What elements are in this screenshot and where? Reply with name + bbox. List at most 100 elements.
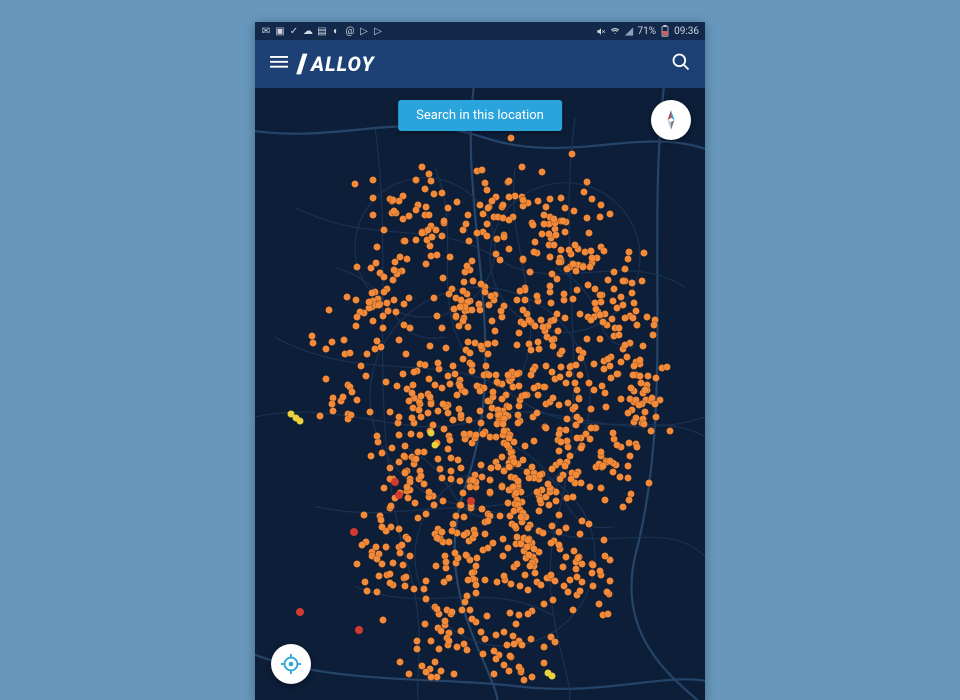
asset-dot[interactable] (506, 193, 513, 200)
asset-dot[interactable] (533, 489, 540, 496)
asset-dot[interactable] (550, 242, 557, 249)
asset-dot[interactable] (458, 502, 465, 509)
asset-dot[interactable] (628, 290, 635, 297)
asset-dot[interactable] (369, 317, 376, 324)
asset-dot[interactable] (550, 317, 557, 324)
asset-dot[interactable] (466, 350, 473, 357)
asset-dot[interactable] (413, 207, 420, 214)
asset-dot[interactable] (602, 389, 609, 396)
asset-dot[interactable] (489, 197, 496, 204)
asset-dot[interactable] (316, 412, 323, 419)
asset-dot[interactable] (570, 296, 577, 303)
asset-dot[interactable] (563, 415, 570, 422)
asset-dot[interactable] (624, 463, 631, 470)
asset-dot[interactable] (485, 544, 492, 551)
asset-dot[interactable] (414, 645, 421, 652)
asset-dot[interactable] (389, 197, 396, 204)
asset-dot[interactable] (604, 611, 611, 618)
asset-dot[interactable] (537, 581, 544, 588)
asset-dot[interactable] (546, 282, 553, 289)
asset-dot[interactable] (407, 430, 414, 437)
asset-dot[interactable] (607, 362, 614, 369)
asset-dot[interactable] (505, 668, 512, 675)
asset-dot[interactable] (507, 653, 514, 660)
asset-dot[interactable] (478, 420, 485, 427)
asset-dot[interactable] (491, 647, 498, 654)
asset-dot[interactable] (465, 324, 472, 331)
asset-dot[interactable] (368, 453, 375, 460)
asset-dot[interactable] (409, 415, 416, 422)
asset-dot[interactable] (445, 445, 452, 452)
asset-dot[interactable] (461, 389, 468, 396)
asset-dot[interactable] (609, 297, 616, 304)
asset-dot[interactable] (421, 449, 428, 456)
asset-dot[interactable] (610, 268, 617, 275)
asset-dot[interactable] (555, 259, 562, 266)
asset-dot[interactable] (390, 297, 397, 304)
asset-dot[interactable] (425, 211, 432, 218)
asset-dot[interactable] (489, 389, 496, 396)
asset-dot[interactable] (637, 357, 644, 364)
asset-dot[interactable] (469, 476, 476, 483)
asset-dot[interactable] (574, 286, 581, 293)
asset-dot[interactable] (569, 493, 576, 500)
asset-dot[interactable] (649, 332, 656, 339)
asset-dot[interactable] (513, 560, 520, 567)
asset-dot[interactable] (641, 408, 648, 415)
asset-dot[interactable] (437, 627, 444, 634)
asset-dot[interactable] (519, 307, 526, 314)
asset-dot[interactable] (322, 376, 329, 383)
asset-dot[interactable] (431, 658, 438, 665)
asset-dot[interactable] (455, 457, 462, 464)
asset-dot[interactable] (576, 396, 583, 403)
asset-dot[interactable] (454, 644, 461, 651)
asset-dot[interactable] (580, 263, 587, 270)
asset-dot[interactable] (531, 239, 538, 246)
asset-dot[interactable] (667, 428, 674, 435)
asset-dot[interactable] (410, 381, 417, 388)
asset-dot[interactable] (438, 667, 445, 674)
asset-dot[interactable] (308, 332, 315, 339)
asset-dot[interactable] (452, 512, 459, 519)
asset-dot[interactable] (427, 400, 434, 407)
asset-dot[interactable] (349, 388, 356, 395)
asset-dot[interactable] (386, 464, 393, 471)
asset-dot[interactable] (492, 339, 499, 346)
asset-dot[interactable] (607, 577, 614, 584)
asset-dot[interactable] (412, 177, 419, 184)
asset-dot[interactable] (468, 367, 475, 374)
asset-dot[interactable] (570, 208, 577, 215)
asset-dot[interactable] (600, 248, 607, 255)
asset-dot[interactable] (563, 524, 570, 531)
asset-dot[interactable] (596, 336, 603, 343)
asset-dot[interactable] (436, 646, 443, 653)
asset-dot[interactable] (528, 346, 535, 353)
asset-dot[interactable] (479, 430, 486, 437)
asset-dot[interactable] (457, 303, 464, 310)
asset-dot[interactable] (487, 293, 494, 300)
asset-dot[interactable] (387, 502, 394, 509)
asset-dot[interactable] (391, 267, 398, 274)
asset-dot[interactable] (440, 425, 447, 432)
asset-dot[interactable] (496, 257, 503, 264)
asset-dot[interactable] (425, 488, 432, 495)
asset-dot[interactable] (499, 201, 506, 208)
asset-dot[interactable] (547, 253, 554, 260)
asset-dot[interactable] (460, 490, 467, 497)
asset-dot[interactable] (403, 483, 410, 490)
asset-dot[interactable] (370, 211, 377, 218)
asset-dot[interactable] (563, 266, 570, 273)
asset-dot[interactable] (396, 550, 403, 557)
asset-dot[interactable] (493, 372, 500, 379)
asset-dot[interactable] (621, 265, 628, 272)
asset-dot[interactable] (438, 233, 445, 240)
asset-dot[interactable] (472, 590, 479, 597)
asset-dot[interactable] (565, 443, 572, 450)
asset-dot[interactable] (586, 484, 593, 491)
asset-dot[interactable] (566, 576, 573, 583)
asset-dot[interactable] (479, 651, 486, 658)
asset-dot[interactable] (460, 287, 467, 294)
asset-dot[interactable] (353, 313, 360, 320)
asset-dot[interactable] (490, 670, 497, 677)
asset-dot[interactable] (539, 231, 546, 238)
